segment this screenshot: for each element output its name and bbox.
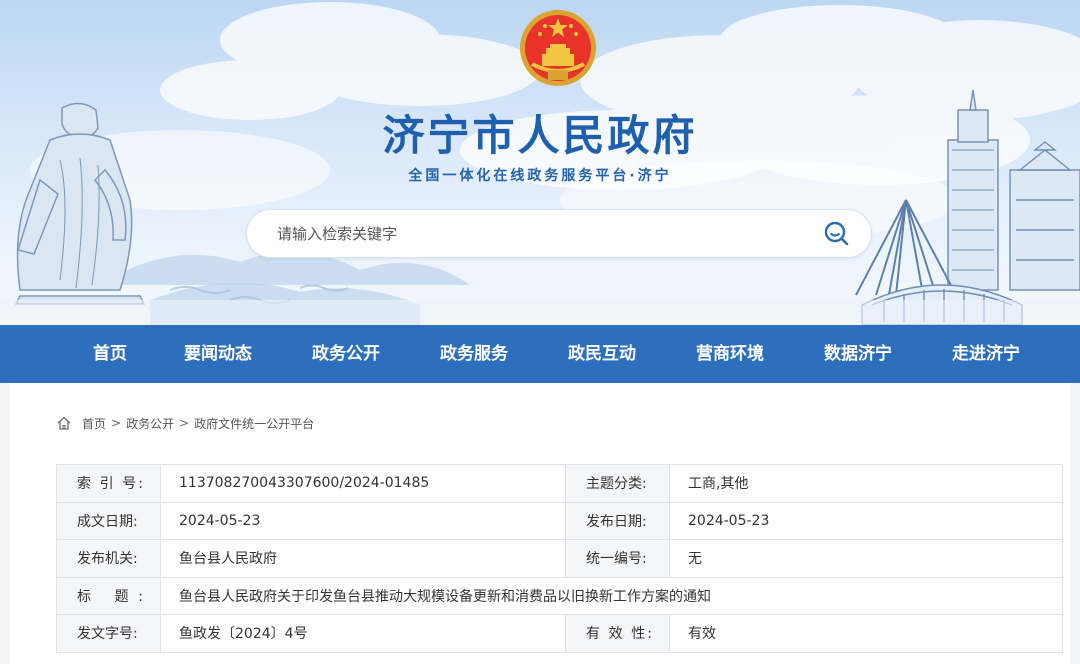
- nav-item-news[interactable]: 要闻动态: [184, 325, 252, 383]
- home-icon: [57, 416, 71, 430]
- validity-status-value: 有效: [669, 614, 1063, 653]
- nav-item-about-jining[interactable]: 走进济宁: [952, 325, 1020, 383]
- site-header: 济宁市人民政府 全国一体化在线政务服务平台·济宁: [0, 0, 1080, 325]
- serial-label: 统一编号:: [565, 539, 670, 578]
- nav-item-gov-services[interactable]: 政务服务: [440, 325, 508, 383]
- site-title: 济宁市人民政府: [382, 111, 698, 160]
- breadcrumb-separator: >: [179, 416, 190, 430]
- breadcrumb-separator: >: [111, 416, 122, 430]
- nav-item-gov-affairs[interactable]: 政务公开: [312, 325, 380, 383]
- nav-item-interaction[interactable]: 政民互动: [568, 325, 636, 383]
- doc-number-label: 发文字号:: [56, 614, 161, 653]
- search-input[interactable]: [277, 222, 797, 246]
- table-row: 成文日期: 2024-05-23 发布日期: 2024-05-23: [56, 501, 1063, 540]
- search-box: [246, 209, 872, 258]
- table-row: 索 引 号: 113708270043307600/2024-01485 主题分…: [56, 464, 1063, 503]
- index-value: 113708270043307600/2024-01485: [160, 464, 566, 503]
- breadcrumb-gov-affairs[interactable]: 政务公开: [126, 415, 174, 432]
- validity-label: 有 效 性:: [565, 614, 670, 653]
- table-row: 标 题: 鱼台县人民政府关于印发鱼台县推动大规模设备更新和消费品以旧换新工作方案…: [56, 576, 1063, 615]
- issuer-label: 发布机关:: [56, 539, 161, 578]
- table-row: 发布机关: 鱼台县人民政府 统一编号: 无: [56, 539, 1063, 578]
- doc-number-value: 鱼政发〔2024〕4号: [160, 614, 566, 653]
- nav-item-data-jining[interactable]: 数据济宁: [824, 325, 892, 383]
- site-subtitle: 全国一体化在线政务服务平台·济宁: [408, 168, 672, 184]
- index-label: 索 引 号:: [56, 464, 161, 503]
- search-icon[interactable]: [822, 219, 850, 247]
- topic-label: 主题分类:: [565, 464, 670, 503]
- breadcrumb: 首页 > 政务公开 > 政府文件统一公开平台: [56, 414, 314, 432]
- document-meta-table: 索 引 号: 113708270043307600/2024-01485 主题分…: [56, 464, 1063, 653]
- main-nav: 首页 要闻动态 政务公开 政务服务 政民互动 营商环境 数据济宁 走进济宁: [0, 325, 1080, 383]
- nav-item-home[interactable]: 首页: [93, 325, 127, 383]
- issuer-value: 鱼台县人民政府: [160, 539, 566, 578]
- breadcrumb-current[interactable]: 政府文件统一公开平台: [194, 415, 314, 432]
- serial-value: 无: [669, 539, 1063, 578]
- published-date-value: 2024-05-23: [669, 501, 1063, 540]
- created-date-value: 2024-05-23: [160, 501, 566, 540]
- document-title-value: 鱼台县人民政府关于印发鱼台县推动大规模设备更新和消费品以旧换新工作方案的通知: [160, 576, 1063, 615]
- nav-item-business-env[interactable]: 营商环境: [696, 325, 764, 383]
- topic-value: 工商,其他: [669, 464, 1063, 503]
- created-date-label: 成文日期:: [56, 501, 161, 540]
- published-date-label: 发布日期:: [565, 501, 670, 540]
- national-emblem-icon: [520, 10, 596, 86]
- breadcrumb-home[interactable]: 首页: [82, 415, 106, 432]
- table-row: 发文字号: 鱼政发〔2024〕4号 有 效 性: 有效: [56, 614, 1063, 653]
- title-label: 标 题:: [56, 576, 161, 615]
